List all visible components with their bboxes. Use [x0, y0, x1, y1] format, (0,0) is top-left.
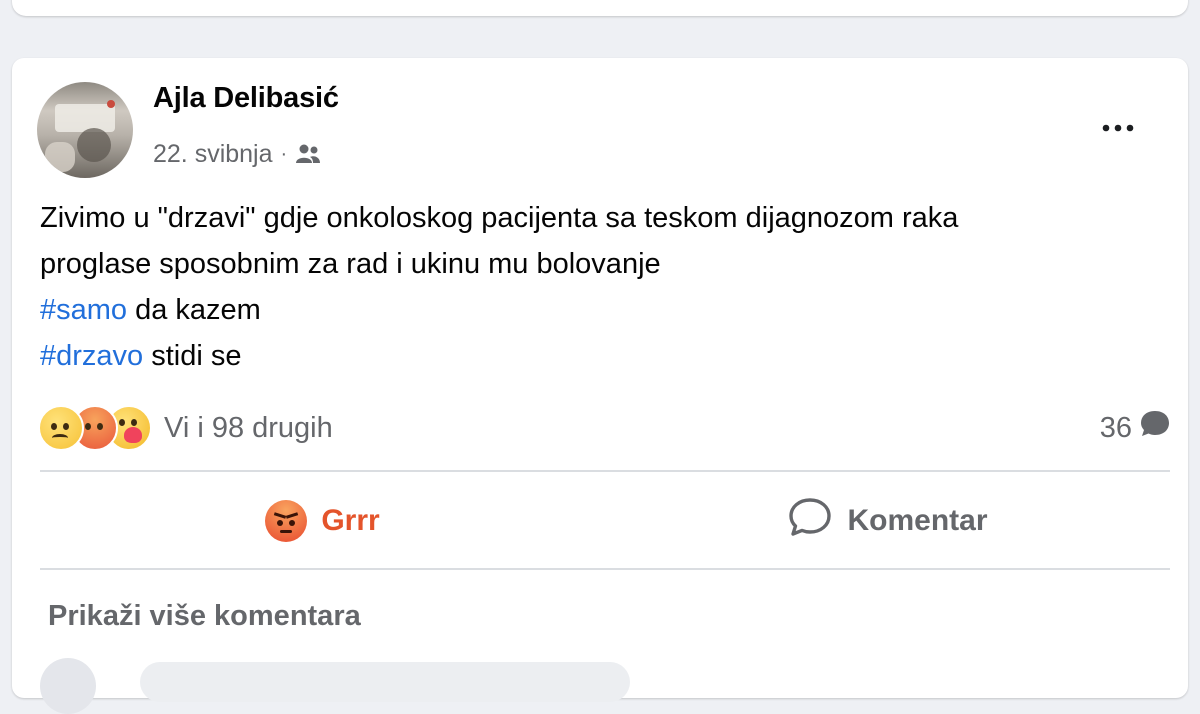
react-button-label: Grrr	[321, 504, 380, 537]
author-avatar[interactable]	[37, 82, 133, 178]
divider	[40, 568, 1170, 570]
reactions-text[interactable]: Vi i 98 drugih	[164, 412, 333, 445]
post-date[interactable]: 22. svibnja	[153, 140, 273, 169]
comment-bubble-icon	[1138, 408, 1172, 448]
hashtag-link[interactable]: #samo	[40, 294, 127, 326]
post-text-fragment: stidi se	[143, 340, 242, 372]
divider	[40, 470, 1170, 472]
previous-post-card	[12, 0, 1188, 16]
post-text-line: proglase sposobnim za rad i ukinu mu bol…	[40, 248, 661, 280]
react-button[interactable]: Grrr	[40, 474, 605, 568]
sad-reaction-icon	[38, 405, 84, 451]
reactions-summary[interactable]: Vi i 98 drugih	[38, 404, 333, 452]
comment-bubble	[140, 662, 630, 702]
post-text-line: #samo da kazem	[40, 287, 1180, 333]
angry-icon	[265, 500, 308, 542]
hashtag-link[interactable]: #drzavo	[40, 340, 143, 372]
friends-icon[interactable]	[295, 143, 321, 165]
commenter-avatar[interactable]	[40, 658, 96, 714]
post-text-line: #drzavo stidi se	[40, 333, 1180, 379]
author-name[interactable]: Ajla Delibasić	[153, 82, 339, 115]
post-body: Zivimo u "drzavi" gdje onkoloskog pacije…	[40, 195, 1180, 379]
comment-button[interactable]: Komentar	[605, 474, 1170, 568]
post-meta: 22. svibnja ·	[153, 138, 321, 170]
comment-count-value: 36	[1099, 411, 1132, 444]
comment-icon	[787, 496, 833, 546]
comment-button-label: Komentar	[847, 504, 988, 537]
more-options-icon[interactable]	[1098, 108, 1138, 148]
post-text-fragment: da kazem	[127, 294, 261, 326]
post-text-line: Zivimo u "drzavi" gdje onkoloskog pacije…	[40, 202, 959, 234]
post-actions: Grrr Komentar	[40, 474, 1170, 568]
meta-separator: ·	[280, 142, 288, 165]
view-more-comments-link[interactable]: Prikaži više komentara	[48, 600, 361, 633]
comment-count[interactable]: 36	[1100, 404, 1172, 452]
